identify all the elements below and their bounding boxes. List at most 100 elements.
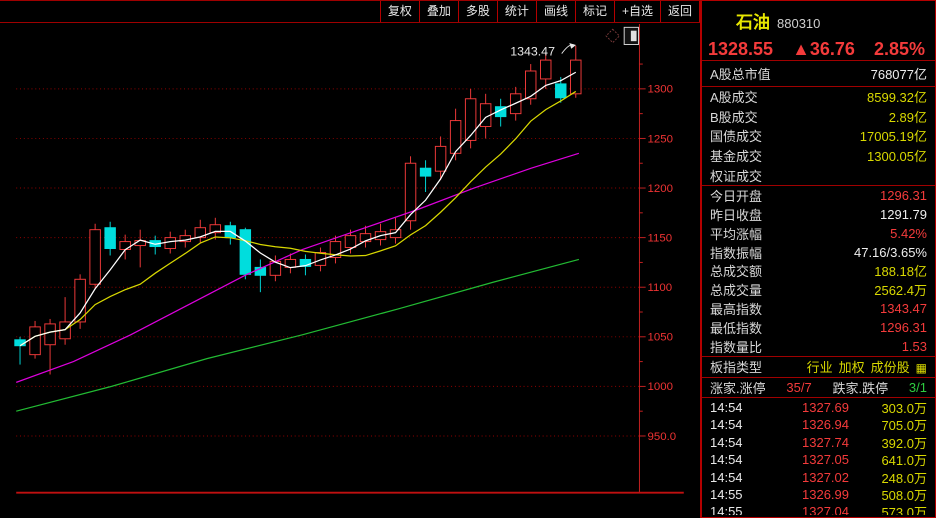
toolbar-button-1[interactable]: 叠加 xyxy=(419,1,459,22)
tick-row: 14:541326.94705.0万 xyxy=(702,415,935,432)
index-stat-label: 最高指数 xyxy=(710,299,762,318)
board-option-weighted[interactable]: 加权 xyxy=(839,360,865,375)
turnover-label: 权证成交 xyxy=(710,166,762,185)
tick-time: 14:55 xyxy=(710,487,762,502)
candle-down xyxy=(105,228,115,249)
index-stat-value: 1.53 xyxy=(902,339,927,354)
market-cap-value: 768077亿 xyxy=(871,64,927,83)
toolbar-button-3[interactable]: 统计 xyxy=(497,1,537,22)
candle-up xyxy=(45,324,55,345)
decliners-label: 跌家.跌停 xyxy=(833,378,889,397)
turnover-row: 权证成交 xyxy=(702,165,935,185)
turnover-section: A股成交8599.32亿B股成交2.89亿国债成交17005.19亿基金成交13… xyxy=(702,87,935,186)
candle-up xyxy=(465,99,475,141)
ma-line-yellow xyxy=(20,91,576,345)
tick-row: 14:541327.02248.0万 xyxy=(702,468,935,485)
board-type-options: 行业加权成份股 ▦ xyxy=(801,357,927,376)
high-annotation: 1343.47 xyxy=(510,44,555,58)
index-stat-value: 1343.47 xyxy=(880,301,927,316)
toolbar-button-6[interactable]: +自选 xyxy=(614,1,661,22)
index-stat-row: 昨日收盘1291.79 xyxy=(702,205,935,224)
index-stat-label: 指数振幅 xyxy=(710,243,762,262)
index-stat-label: 指数量比 xyxy=(710,337,762,356)
index-stat-row: 平均涨幅5.42% xyxy=(702,224,935,243)
index-stat-label: 最低指数 xyxy=(710,318,762,337)
turnover-label: 基金成交 xyxy=(710,146,762,165)
tick-list[interactable]: 14:541327.69303.0万14:541326.94705.0万14:5… xyxy=(702,398,935,515)
candle-down xyxy=(556,84,566,98)
candle-up xyxy=(435,146,445,171)
turnover-value: 1300.05亿 xyxy=(867,146,927,165)
tick-volume: 641.0万 xyxy=(849,450,927,469)
turnover-value: 17005.19亿 xyxy=(860,126,927,145)
board-type-row: 板指类型 行业加权成份股▦ xyxy=(702,357,935,378)
candle-up xyxy=(571,60,581,94)
advancers-value: 35/7 xyxy=(786,380,811,395)
decliners-value: 3/1 xyxy=(909,380,927,395)
tick-price: 1327.69 xyxy=(762,400,849,415)
turnover-label: A股成交 xyxy=(710,87,758,106)
stock-name: 石油 xyxy=(736,13,770,32)
toolbar-button-4[interactable]: 画线 xyxy=(536,1,576,22)
toolbar: 复权叠加多股统计画线标记+自选返回 xyxy=(0,0,700,23)
index-stat-row: 最低指数 1296.31 xyxy=(702,318,935,337)
candle-up xyxy=(120,242,130,250)
toolbar-button-2[interactable]: 多股 xyxy=(458,1,498,22)
index-stat-row: 总成交量2562.4万 xyxy=(702,280,935,299)
quote-header: 石油880310 1328.55 ▲36.76 2.85% xyxy=(702,1,935,61)
axis-tick-label: 1150 xyxy=(648,232,673,244)
candle-up xyxy=(540,60,550,79)
turnover-label: B股成交 xyxy=(710,107,758,126)
stock-code: 880310 xyxy=(777,16,820,31)
axis-tick-label: 1000 xyxy=(648,381,673,393)
tick-volume: 303.0万 xyxy=(849,398,927,417)
index-stat-value: 1296.31 xyxy=(880,188,927,203)
board-option-industry[interactable]: 行业 xyxy=(807,360,833,375)
index-stat-label: 今日开盘 xyxy=(710,186,762,205)
index-stat-value: 1296.31 xyxy=(880,320,927,335)
toolbar-button-0[interactable]: 复权 xyxy=(380,1,420,22)
index-stat-row: 指数振幅 47.16/3.65% xyxy=(702,243,935,262)
board-option-constituent[interactable]: 成份股 xyxy=(871,360,910,375)
tick-row: 14:541327.69303.0万 xyxy=(702,398,935,415)
turnover-value: 8599.32亿 xyxy=(867,87,927,106)
tick-volume: 392.0万 xyxy=(849,433,927,452)
tick-volume: 248.0万 xyxy=(849,468,927,487)
market-cap-row: A股总市值 768077亿 xyxy=(702,61,935,87)
index-stat-row: 最高指数 1343.47 xyxy=(702,299,935,318)
tick-price: 1327.74 xyxy=(762,435,849,450)
turnover-label: 国债成交 xyxy=(710,126,762,145)
tick-price: 1327.02 xyxy=(762,470,849,485)
index-stat-value: 47.16/3.65% xyxy=(854,245,927,260)
toolbar-button-7[interactable]: 返回 xyxy=(660,1,700,22)
turnover-row: 国债成交 17005.19亿 xyxy=(702,126,935,146)
axis-tick-label: 1300 xyxy=(648,84,673,96)
grid-view-icon[interactable]: ▦ xyxy=(916,361,927,375)
index-stat-row: 总成交额188.18亿 xyxy=(702,262,935,281)
index-stats-section: 今日开盘 1296.31 昨日收盘1291.79平均涨幅5.42%指数振幅 47.16… xyxy=(702,186,935,357)
index-stat-row: 指数量比 1.53 xyxy=(702,337,935,356)
candle-down xyxy=(420,168,430,176)
axis-tick-label: 1100 xyxy=(648,282,673,294)
candle-up xyxy=(90,230,100,285)
index-stat-value: 1291.79 xyxy=(880,207,927,222)
axis-tick-label: 950.0 xyxy=(648,431,677,443)
tick-time: 14:54 xyxy=(710,470,762,485)
index-stat-label: 总成交量 xyxy=(710,280,762,299)
toolbar-button-5[interactable]: 标记 xyxy=(575,1,615,22)
axis-tick-label: 1200 xyxy=(648,183,673,195)
turnover-row: A股成交 8599.32亿 xyxy=(702,87,935,107)
candle-up xyxy=(165,238,175,249)
diamond-marker-icon xyxy=(606,29,619,42)
candle-down xyxy=(240,230,250,275)
candle-up xyxy=(525,71,535,99)
index-stat-value: 5.42% xyxy=(890,226,927,241)
tick-price: 1326.99 xyxy=(762,487,849,502)
tick-time: 14:54 xyxy=(710,435,762,450)
tick-price: 1327.04 xyxy=(762,504,849,515)
tick-time: 14:55 xyxy=(710,504,762,515)
annotation-arrowhead xyxy=(569,43,576,49)
axis-tick-label: 1050 xyxy=(648,332,673,344)
tick-row: 14:551327.04573.0万 xyxy=(702,502,935,515)
kline-chart[interactable]: 1300125012001150110010501000950.01343.47 xyxy=(0,24,700,518)
